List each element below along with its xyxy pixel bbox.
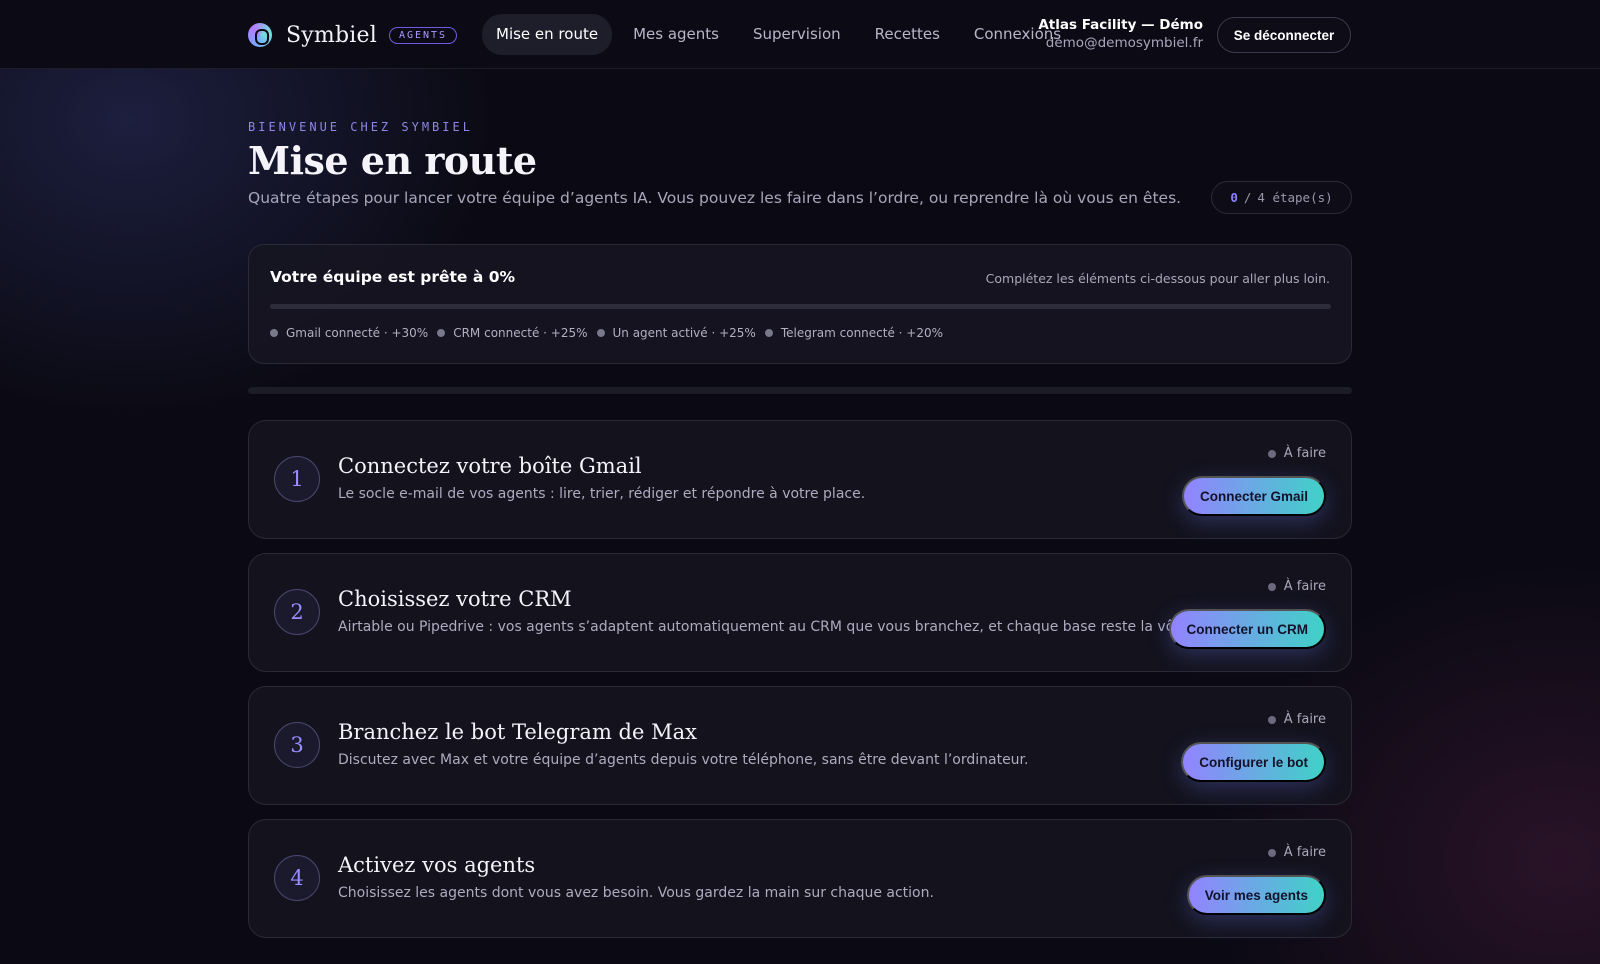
status-dot-icon	[596, 329, 605, 337]
readiness-progress-bar	[270, 304, 1331, 309]
connect-crm-button[interactable]: Connecter un CRM	[1168, 609, 1326, 649]
legend-item-agent: Un agent activé · +25%	[596, 326, 756, 340]
legend-label: Gmail connecté · +30%	[286, 326, 429, 340]
step-status-label: À faire	[1283, 446, 1326, 461]
step-title: Branchez le bot Telegram de Max	[338, 720, 697, 744]
status-dot-icon	[270, 329, 278, 337]
status-dot-icon	[1267, 715, 1276, 724]
connect-gmail-button[interactable]: Connecter Gmail	[1181, 476, 1326, 516]
step-description: Choisissez les agents dont vous avez bes…	[338, 885, 934, 901]
nav-item-mes-agents[interactable]: Mes agents	[616, 14, 736, 55]
brand[interactable]: Symbiel AGENTS	[248, 18, 458, 52]
step-description: Airtable ou Pipedrive : vos agents s’ada…	[338, 619, 1199, 635]
page-subtitle: Quatre étapes pour lancer votre équipe d…	[248, 189, 1182, 207]
step-card-agents: 4 Activez vos agents Choisissez les agen…	[248, 819, 1352, 938]
status-dot-icon	[1267, 449, 1276, 458]
readiness-title: Votre équipe est prête à 0%	[270, 268, 516, 286]
symbiel-logo-icon	[248, 23, 272, 47]
nav-item-mise-en-route[interactable]: Mise en route	[482, 14, 613, 55]
account-email: demo@demosymbiel.fr	[1045, 35, 1203, 51]
section-divider	[248, 387, 1352, 394]
status-dot-icon	[764, 329, 773, 337]
step-status-label: À faire	[1283, 845, 1326, 860]
main-nav: Mise en route Mes agents Supervision Rec…	[482, 14, 1078, 55]
nav-item-supervision[interactable]: Supervision	[736, 14, 858, 55]
view-agents-button[interactable]: Voir mes agents	[1186, 875, 1326, 915]
step-card-telegram: 3 Branchez le bot Telegram de Max Discut…	[248, 686, 1352, 805]
step-number: 1	[274, 456, 320, 502]
configure-bot-button[interactable]: Configurer le bot	[1181, 742, 1326, 782]
step-status: À faire	[1267, 712, 1326, 727]
legend-label: Un agent activé · +25%	[612, 326, 756, 340]
readiness-hint: Complétez les éléments ci-dessous pour a…	[985, 271, 1330, 286]
step-number: 2	[274, 589, 320, 635]
step-title: Connectez votre boîte Gmail	[338, 454, 642, 478]
step-description: Le socle e-mail de vos agents : lire, tr…	[338, 486, 866, 502]
step-counter-badge: 0 / 4 étape(s)	[1211, 181, 1352, 214]
legend-item-gmail: Gmail connecté · +30%	[270, 326, 428, 340]
step-status: À faire	[1267, 446, 1326, 461]
step-counter-separator: /	[1243, 190, 1252, 205]
step-title: Choisissez votre CRM	[338, 587, 572, 611]
account-name: Atlas Facility — Démo	[1038, 17, 1203, 33]
top-bar: Symbiel AGENTS Mise en route Mes agents …	[0, 0, 1600, 69]
step-card-gmail: 1 Connectez votre boîte Gmail Le socle e…	[248, 420, 1352, 539]
step-title: Activez vos agents	[338, 853, 536, 877]
account-info: Atlas Facility — Démo demo@demosymbiel.f…	[1038, 16, 1203, 53]
status-dot-icon	[1267, 582, 1276, 591]
nav-item-recettes[interactable]: Recettes	[858, 14, 957, 55]
step-status: À faire	[1267, 845, 1326, 860]
legend-label: CRM connecté · +25%	[453, 326, 588, 340]
legend-item-telegram: Telegram connecté · +20%	[764, 326, 944, 340]
status-dot-icon	[1267, 848, 1276, 857]
step-description: Discutez avec Max et votre équipe d’agen…	[338, 752, 1029, 768]
brand-badge: AGENTS	[388, 26, 458, 44]
steps-total-label: 4 étape(s)	[1257, 190, 1333, 205]
step-card-crm: 2 Choisissez votre CRM Airtable ou Piped…	[248, 553, 1352, 672]
logout-button[interactable]: Se déconnecter	[1217, 17, 1351, 53]
page-title: Mise en route	[248, 138, 537, 183]
page-eyebrow: BIENVENUE CHEZ SYMBIEL	[248, 120, 473, 134]
readiness-legend: Gmail connecté · +30% CRM connecté · +25…	[270, 326, 952, 340]
steps-done-count: 0	[1230, 190, 1238, 205]
step-status: À faire	[1267, 579, 1326, 594]
step-status-label: À faire	[1283, 579, 1326, 594]
status-dot-icon	[437, 329, 446, 337]
step-number: 3	[274, 722, 320, 768]
step-status-label: À faire	[1283, 712, 1326, 727]
readiness-card: Votre équipe est prête à 0% Complétez le…	[248, 244, 1352, 364]
legend-label: Telegram connecté · +20%	[780, 326, 944, 340]
brand-name: Symbiel	[286, 22, 377, 48]
step-number: 4	[274, 855, 320, 901]
legend-item-crm: CRM connecté · +25%	[437, 326, 588, 340]
